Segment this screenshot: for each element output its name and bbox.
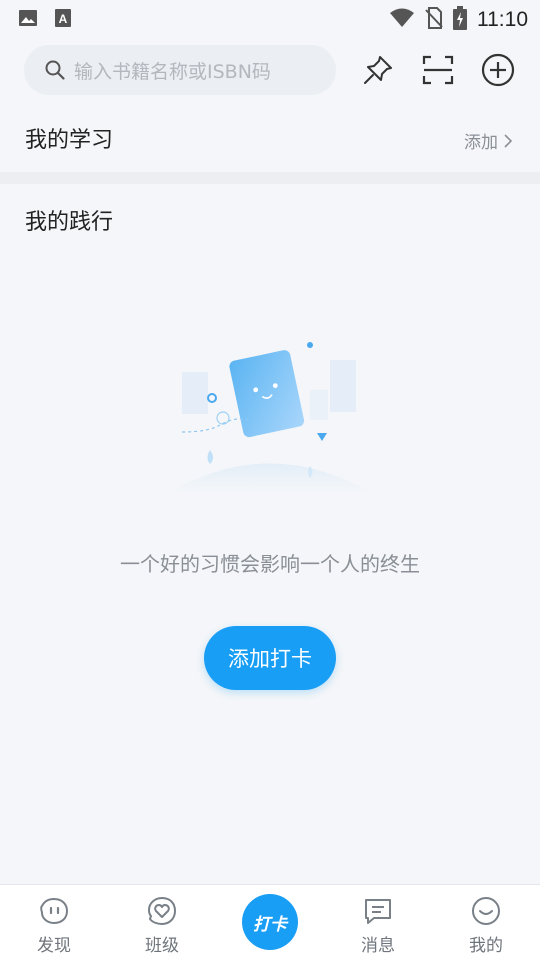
tab-checkin-button[interactable]: 打卡 <box>242 894 298 950</box>
status-bar: A 11:10 <box>0 0 540 36</box>
top-bar: 输入书籍名称或ISBN码 <box>0 44 540 96</box>
scan-icon[interactable] <box>422 54 454 86</box>
tab-label: 我的 <box>469 936 503 956</box>
tab-mine[interactable]: 我的 <box>432 885 540 961</box>
tab-class[interactable]: 班级 <box>108 885 216 961</box>
study-add-link[interactable]: 添加 <box>464 128 512 153</box>
empty-state-message: 一个好的习惯会影响一个人的终生 <box>120 552 420 576</box>
wifi-icon <box>389 8 415 32</box>
no-sim-icon <box>425 7 443 33</box>
checkin-icon-label: 打卡 <box>253 914 287 935</box>
study-section: 我的学习 添加 <box>0 110 540 172</box>
study-add-label: 添加 <box>464 133 498 153</box>
search-icon <box>45 60 65 80</box>
heart-icon <box>147 896 177 926</box>
battery-charging-icon <box>453 6 467 34</box>
practice-title: 我的践行 <box>25 210 114 235</box>
add-checkin-button[interactable]: 添加打卡 <box>204 626 336 690</box>
tab-label: 班级 <box>145 936 179 956</box>
smile-face-icon <box>472 897 500 925</box>
search-input[interactable]: 输入书籍名称或ISBN码 <box>24 45 336 95</box>
message-icon <box>365 899 391 924</box>
pin-icon[interactable] <box>362 54 394 86</box>
discover-face-icon <box>40 897 69 925</box>
tab-messages[interactable]: 消息 <box>324 885 432 961</box>
image-icon <box>18 8 38 32</box>
empty-state-illustration <box>170 342 370 492</box>
tab-label: 发现 <box>37 936 71 956</box>
tab-label: 消息 <box>361 936 395 956</box>
search-placeholder: 输入书籍名称或ISBN码 <box>74 60 271 83</box>
add-circle-icon[interactable] <box>481 53 515 87</box>
status-time: 11:10 <box>477 8 528 31</box>
study-title: 我的学习 <box>25 128 114 153</box>
tab-discover[interactable]: 发现 <box>0 885 108 961</box>
chevron-right-icon <box>504 133 512 148</box>
a-icon: A <box>54 8 72 32</box>
section-divider <box>0 172 540 184</box>
svg-text:A: A <box>59 12 68 26</box>
